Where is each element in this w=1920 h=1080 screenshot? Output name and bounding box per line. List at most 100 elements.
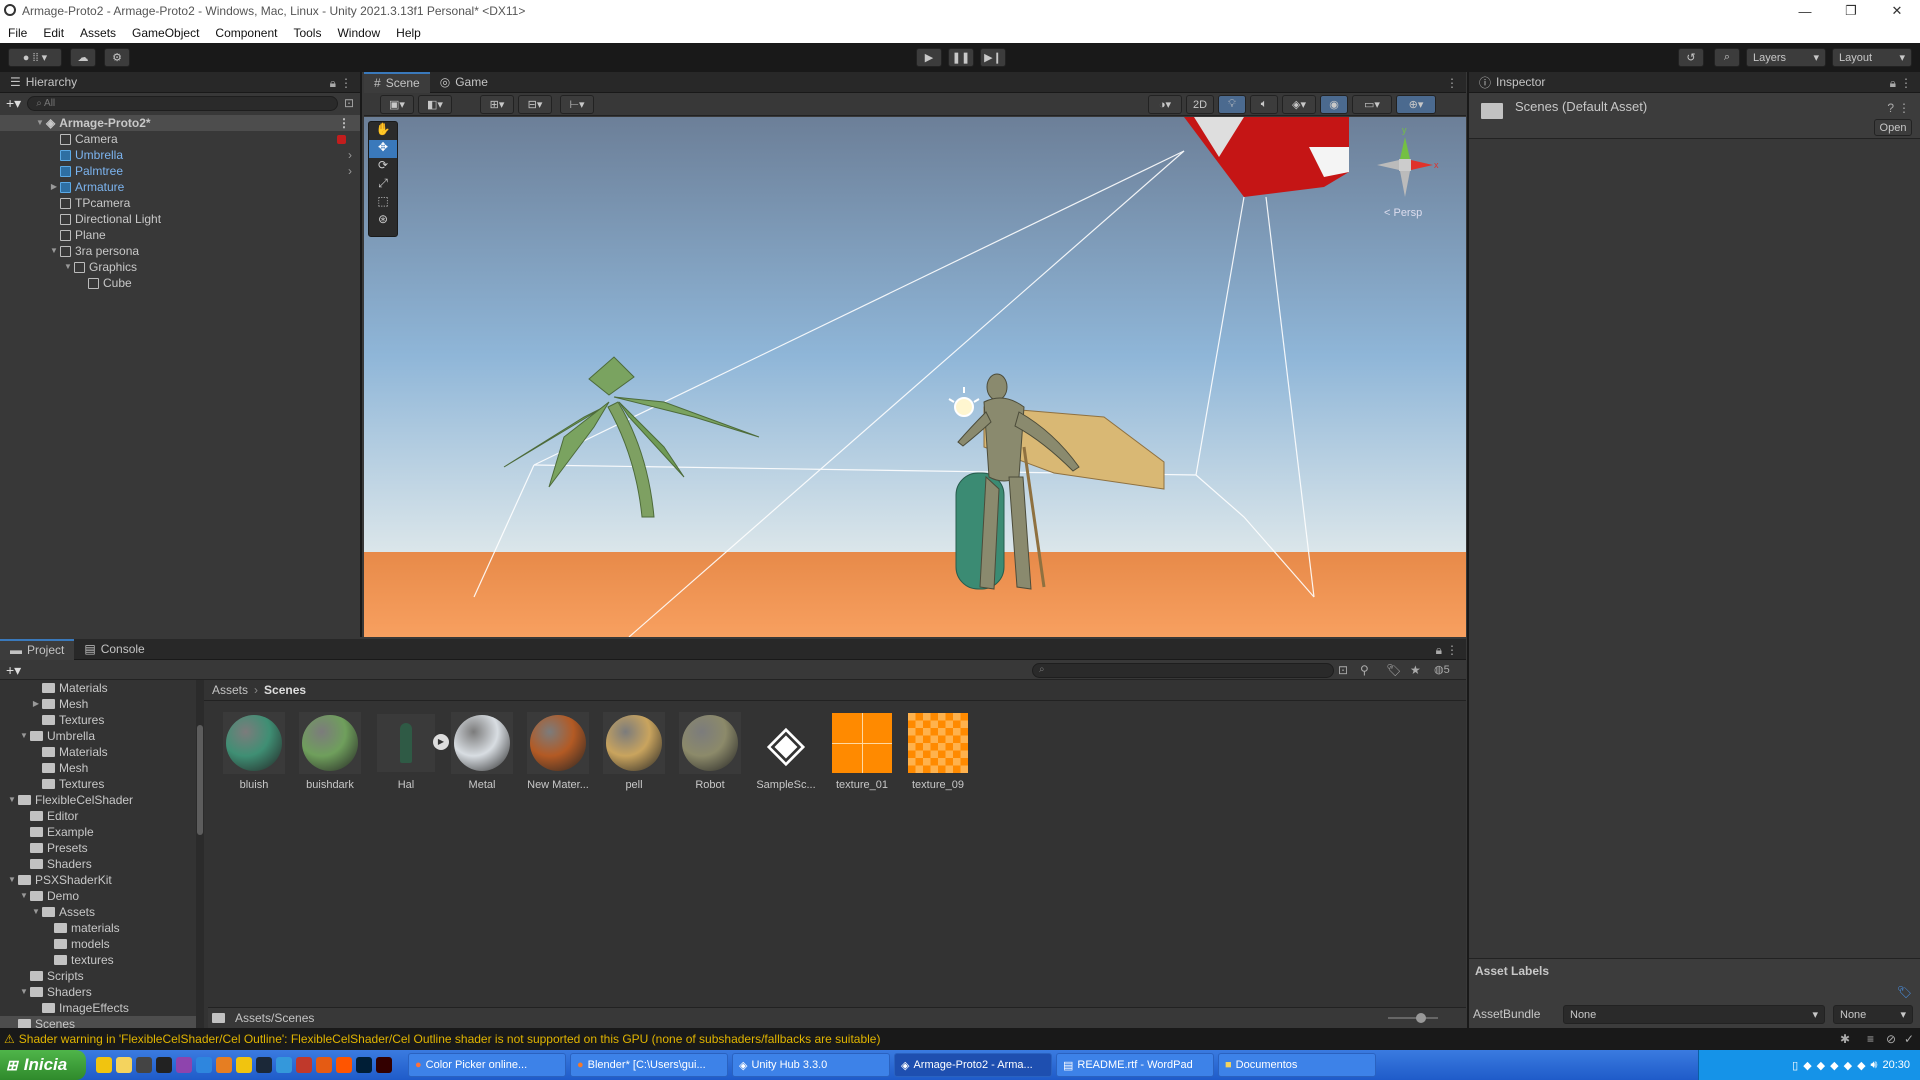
menu-window[interactable]: Window: [329, 26, 388, 40]
asset-item[interactable]: buishdark: [299, 712, 361, 791]
chevron-down-icon[interactable]: ▼: [6, 872, 18, 888]
app-icon[interactable]: [276, 1057, 292, 1073]
tab-console[interactable]: ▤ Console: [74, 639, 154, 660]
transform-tool-icon[interactable]: ⊛: [369, 212, 397, 230]
folder-item[interactable]: ▼ Assets: [0, 904, 196, 920]
hidden-packages-icon[interactable]: ◍5: [1434, 663, 1450, 676]
chevron-down-icon[interactable]: ▼: [18, 984, 30, 1000]
app-icon[interactable]: [216, 1057, 232, 1073]
folder-item[interactable]: Presets: [0, 840, 196, 856]
chevron-down-icon[interactable]: ▼: [18, 888, 30, 904]
hierarchy-search-input[interactable]: ⌕ All: [27, 95, 338, 111]
menu-file[interactable]: File: [0, 26, 35, 40]
clock[interactable]: 20:30: [1882, 1059, 1910, 1071]
asset-item[interactable]: ◈ SampleSc...: [755, 712, 817, 791]
scene-row[interactable]: ▼ ◈ Armage-Proto2* ⋮: [0, 115, 360, 131]
search-by-type-icon[interactable]: ⊡: [1338, 663, 1348, 677]
menu-help[interactable]: Help: [388, 26, 429, 40]
illustrator-icon[interactable]: [376, 1057, 392, 1073]
layers-dropdown[interactable]: Layers ▾: [1746, 48, 1826, 67]
cloud-icon[interactable]: ☁: [70, 48, 96, 67]
chevron-right-icon[interactable]: ▶: [30, 696, 42, 712]
scene-viewport[interactable]: y x < Persp ✋ ✥ ⟳ ⤢ ⬚ ⊛: [364, 117, 1466, 637]
folder-item[interactable]: ▼ PSXShaderKit: [0, 872, 196, 888]
shading-dropdown[interactable]: ◑▾: [1148, 95, 1182, 114]
assetbundle-variant-dropdown[interactable]: None ▾: [1833, 1005, 1913, 1024]
tray-network-icon[interactable]: ▯: [1792, 1059, 1798, 1072]
folder-item[interactable]: ImageEffects: [0, 1000, 196, 1016]
start-button[interactable]: ⊞ Inicia: [0, 1050, 86, 1080]
tab-inspector[interactable]: ⓘ Inspector: [1469, 72, 1555, 93]
render-mode-dropdown[interactable]: ◧▾: [418, 95, 452, 114]
chevron-down-icon[interactable]: ▼: [18, 728, 30, 744]
tab-project[interactable]: ▬ Project: [0, 638, 75, 660]
menu-edit[interactable]: Edit: [35, 26, 72, 40]
app-icon[interactable]: [176, 1057, 192, 1073]
add-icon[interactable]: +▾: [6, 95, 21, 112]
hierarchy-item-graphics[interactable]: ▼ Graphics: [0, 259, 360, 275]
rotate-tool-icon[interactable]: ⟳: [369, 158, 397, 176]
hierarchy-item-3ra-persona[interactable]: ▼ 3ra persona: [0, 243, 360, 259]
move-tool-icon[interactable]: ✥: [369, 140, 397, 158]
lock-icon[interactable]: 🔒︎: [1890, 76, 1896, 91]
asset-item[interactable]: ▶ Hal: [375, 712, 449, 791]
breadcrumb-assets[interactable]: Assets: [212, 683, 248, 697]
step-button[interactable]: ▶❙: [980, 48, 1006, 67]
account-button[interactable]: ● ⁞⁞ ▾: [8, 48, 62, 67]
folder-item[interactable]: ▶ Mesh: [0, 696, 196, 712]
progress-icon[interactable]: ≡: [1867, 1032, 1874, 1046]
more-options-icon[interactable]: ⋮: [1898, 101, 1910, 115]
zoom-slider-handle[interactable]: [1416, 1013, 1426, 1023]
hierarchy-item-tpcamera[interactable]: TPcamera: [0, 195, 360, 211]
more-options-icon[interactable]: ⋮: [1900, 76, 1912, 90]
quicklaunch-app-icon[interactable]: [96, 1057, 112, 1073]
tray-app-icon[interactable]: ◆: [1830, 1059, 1838, 1072]
tab-hierarchy[interactable]: ☰ Hierarchy: [0, 72, 87, 93]
folder-item[interactable]: materials: [0, 920, 196, 936]
folder-icon[interactable]: [236, 1057, 252, 1073]
search-options-icon[interactable]: ⊡: [344, 96, 354, 110]
folder-item[interactable]: Textures: [0, 712, 196, 728]
increment-dropdown[interactable]: ⊢▾: [560, 95, 594, 114]
more-options-icon[interactable]: ⋮: [338, 115, 350, 131]
folder-item[interactable]: Scenes: [0, 1016, 196, 1028]
folder-item[interactable]: Mesh: [0, 760, 196, 776]
tray-volume-icon[interactable]: 🔊︎: [1871, 1059, 1878, 1072]
taskbar-item-unity-editor[interactable]: ◈ Armage-Proto2 - Arma...: [894, 1053, 1052, 1077]
layout-dropdown[interactable]: Layout ▾: [1832, 48, 1912, 67]
breadcrumb-scenes[interactable]: Scenes: [264, 683, 306, 697]
menu-tools[interactable]: Tools: [285, 26, 329, 40]
unity-icon[interactable]: [156, 1057, 172, 1073]
lock-icon[interactable]: 🔒︎: [330, 76, 336, 91]
camera-dropdown[interactable]: ▭▾: [1352, 95, 1392, 114]
status-check-icon[interactable]: ✓: [1904, 1032, 1914, 1046]
help-icon[interactable]: ?: [1887, 101, 1894, 115]
folder-icon[interactable]: [116, 1057, 132, 1073]
taskbar-item-unity-hub[interactable]: ◈ Unity Hub 3.3.0: [732, 1053, 890, 1077]
filter-type-icon[interactable]: ⚲: [1360, 663, 1369, 677]
hierarchy-item-armature[interactable]: ▶ Armature: [0, 179, 360, 195]
pause-button[interactable]: ❚❚: [948, 48, 974, 67]
asset-item[interactable]: texture_01: [831, 712, 893, 791]
open-button[interactable]: Open: [1874, 119, 1912, 136]
tray-app-icon[interactable]: ◆: [1844, 1059, 1852, 1072]
close-button[interactable]: ✕: [1874, 0, 1920, 22]
menu-component[interactable]: Component: [207, 26, 285, 40]
tray-app-icon[interactable]: ◆: [1803, 1059, 1811, 1072]
hierarchy-item-cube[interactable]: Cube: [0, 275, 360, 291]
collab-icon[interactable]: ⚙: [104, 48, 130, 67]
hidden-objects-icon[interactable]: ◉: [1320, 95, 1348, 114]
menu-gameobject[interactable]: GameObject: [124, 26, 207, 40]
folder-tree-scrollbar[interactable]: [196, 680, 204, 1028]
persp-label[interactable]: < Persp: [1384, 207, 1422, 219]
folder-item[interactable]: textures: [0, 952, 196, 968]
app-icon[interactable]: [196, 1057, 212, 1073]
folder-item[interactable]: Materials: [0, 744, 196, 760]
minimize-button[interactable]: —: [1782, 0, 1828, 22]
chevron-down-icon[interactable]: ▼: [6, 792, 18, 808]
chevron-down-icon[interactable]: ▼: [30, 904, 42, 920]
hierarchy-item-camera[interactable]: Camera: [0, 131, 360, 147]
folder-item[interactable]: Materials: [0, 680, 196, 696]
gizmos-dropdown[interactable]: ⊕▾: [1396, 95, 1436, 114]
auto-generate-icon[interactable]: ⊘: [1886, 1032, 1896, 1046]
